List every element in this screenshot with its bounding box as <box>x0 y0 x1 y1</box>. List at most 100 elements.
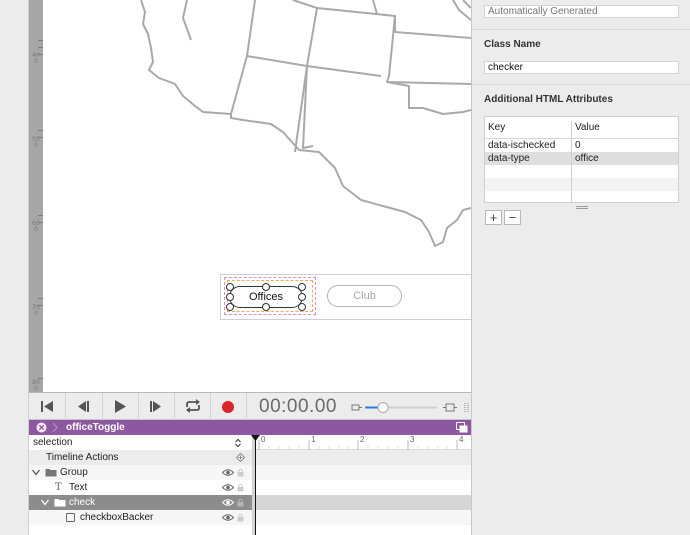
record-button[interactable] <box>210 393 247 420</box>
divider <box>472 84 690 85</box>
lock-icon[interactable] <box>237 498 244 507</box>
playhead-handle-icon[interactable] <box>251 435 260 441</box>
table-row[interactable]: data-type office <box>485 152 678 165</box>
track-row <box>255 450 471 465</box>
ruler-label: 800 <box>32 379 40 392</box>
lock-icon[interactable] <box>237 483 244 492</box>
resize-handle[interactable] <box>226 303 234 311</box>
layer-row-checkbox-backer[interactable]: checkboxBacker <box>29 510 252 525</box>
timeline-options-icon[interactable] <box>456 422 468 433</box>
tick-label: 4 <box>459 435 464 444</box>
scene-canvas[interactable]: Offices Club <box>43 0 471 392</box>
lock-icon[interactable] <box>237 513 244 522</box>
attributes-table: Key Value data-ischecked 0 data-type off… <box>484 116 679 203</box>
ruler-label: 700 <box>32 304 40 317</box>
selection-dropdown[interactable]: selection <box>29 435 252 450</box>
track-row <box>255 480 471 495</box>
id-field[interactable] <box>484 5 679 18</box>
attributes-heading: Additional HTML Attributes <box>484 94 613 105</box>
window-left-edge <box>0 0 29 535</box>
resize-handle[interactable] <box>226 283 234 291</box>
up-down-chevron-icon <box>235 438 241 448</box>
resize-handle[interactable] <box>298 283 306 291</box>
table-resize-grip[interactable] <box>576 206 588 209</box>
step-forward-icon <box>150 401 161 412</box>
remove-attribute-button[interactable]: − <box>504 210 521 225</box>
timecode-display: 00:00.00 <box>259 396 337 417</box>
tick-label: 2 <box>360 435 365 444</box>
layer-row-group[interactable]: Group <box>29 465 252 480</box>
add-attribute-button[interactable]: + <box>485 210 502 225</box>
attr-value: 0 <box>575 140 581 151</box>
class-name-heading: Class Name <box>484 39 541 50</box>
timeline-actions-row[interactable]: Timeline Actions <box>29 450 252 465</box>
disclosure-down-icon[interactable] <box>41 499 49 506</box>
table-row[interactable]: data-ischecked 0 <box>485 139 678 152</box>
step-back-icon <box>78 401 89 412</box>
layer-name: Group <box>60 467 88 478</box>
timeline-layers: selection 0 1 2 3 4 Timeline Actions Gro… <box>29 435 471 535</box>
visibility-eye-icon[interactable] <box>222 513 234 522</box>
skip-to-start-icon <box>41 401 53 412</box>
inspector-panel: Class Name Additional HTML Attributes Ke… <box>472 0 690 535</box>
club-toggle-button[interactable]: Club <box>327 285 402 307</box>
ruler-label: 600 <box>32 220 40 233</box>
go-to-start-button[interactable] <box>29 393 66 420</box>
class-name-field[interactable] <box>484 61 679 74</box>
resize-handle[interactable] <box>262 283 270 291</box>
track-row <box>255 510 471 525</box>
text-layer-icon: T <box>55 482 62 493</box>
play-icon <box>115 400 126 413</box>
attr-key: data-ischecked <box>488 140 556 151</box>
lock-icon[interactable] <box>237 468 244 477</box>
tick-label: 0 <box>261 435 266 444</box>
layer-name: checkboxBacker <box>80 512 154 523</box>
folder-icon <box>54 499 66 507</box>
resize-handle[interactable] <box>226 293 234 301</box>
layer-row-text[interactable]: T Text <box>29 480 252 495</box>
timeline-header: officeToggle <box>29 420 471 435</box>
resize-handle[interactable] <box>298 293 306 301</box>
divider <box>472 29 690 30</box>
play-button[interactable] <box>102 393 139 420</box>
close-timeline-icon[interactable] <box>36 422 47 433</box>
key-column-header[interactable]: Key <box>488 121 505 134</box>
resize-handle[interactable] <box>262 303 270 311</box>
track-row <box>255 465 471 480</box>
chevron-right-icon <box>52 422 58 433</box>
add-keyframe-icon[interactable] <box>236 453 245 462</box>
timeline-name[interactable]: officeToggle <box>66 421 125 434</box>
club-label: Club <box>353 290 376 302</box>
step-back-button[interactable] <box>66 393 103 420</box>
ruler-label: 400 <box>32 52 40 65</box>
timeline-actions-label: Timeline Actions <box>46 452 119 463</box>
loop-icon <box>186 399 200 413</box>
offices-label: Offices <box>248 291 284 303</box>
loop-button[interactable] <box>174 393 211 420</box>
playhead[interactable] <box>255 435 256 535</box>
attr-value: office <box>575 153 599 164</box>
transport-bar: 00:00.00 <box>29 392 471 420</box>
zoom-slider[interactable] <box>351 402 471 414</box>
visibility-eye-icon[interactable] <box>222 498 234 507</box>
tick-label: 1 <box>311 435 316 444</box>
value-column-header[interactable]: Value <box>575 121 600 134</box>
track-row <box>255 495 471 510</box>
record-icon <box>222 401 234 413</box>
shape-layer-icon <box>66 513 75 522</box>
layer-row-check[interactable]: check <box>29 495 252 510</box>
layer-name: check <box>69 497 96 508</box>
time-ruler[interactable]: 0 1 2 3 4 <box>255 435 471 450</box>
selection-mode: selection <box>33 437 73 448</box>
tick-label: 3 <box>410 435 415 444</box>
step-forward-button[interactable] <box>138 393 175 420</box>
visibility-eye-icon[interactable] <box>222 468 234 477</box>
folder-icon <box>45 469 57 477</box>
ruler-label: 500 <box>32 136 40 149</box>
resize-handle[interactable] <box>298 303 306 311</box>
visibility-eye-icon[interactable] <box>222 483 234 492</box>
us-map-outline <box>140 0 471 247</box>
disclosure-down-icon[interactable] <box>32 469 40 476</box>
layer-name: Text <box>69 482 88 493</box>
attr-key: data-type <box>488 153 530 164</box>
